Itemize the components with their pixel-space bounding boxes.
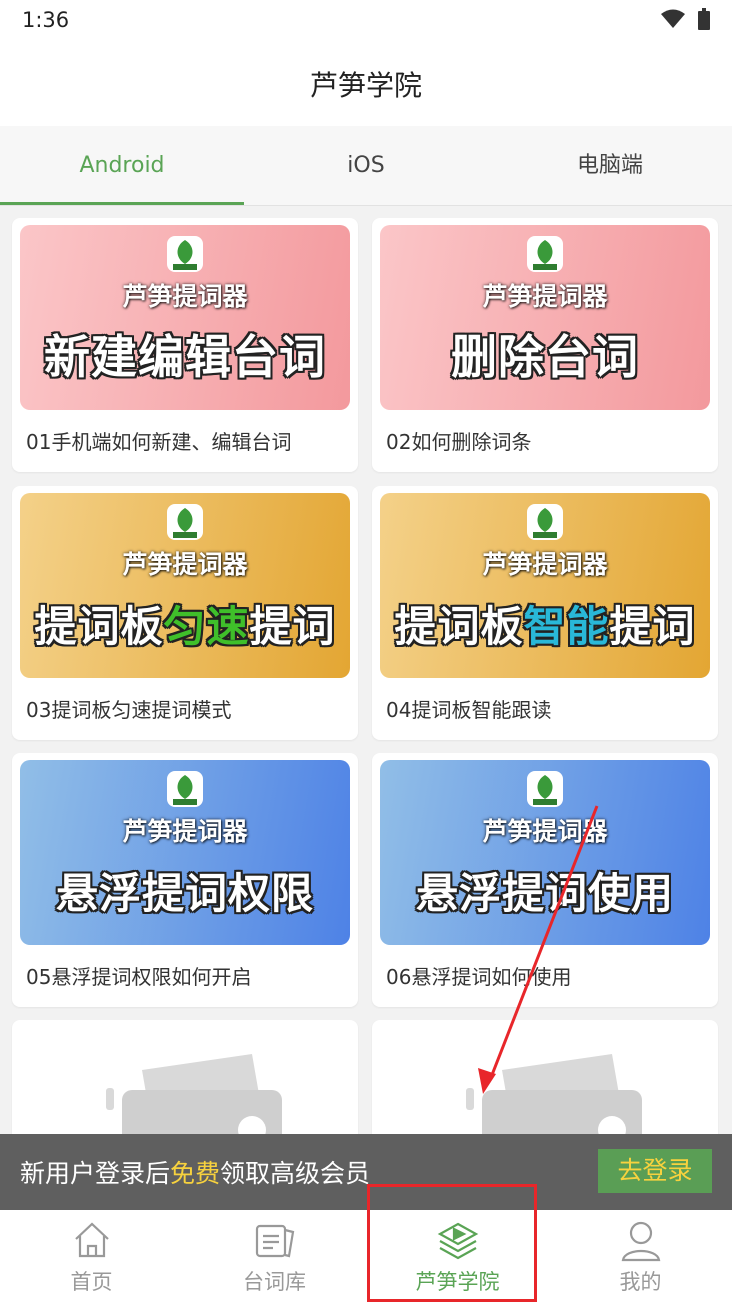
tab-bar: Android iOS 电脑端 <box>0 126 732 206</box>
course-thumbnail: 芦笋提词器 删除台词 <box>380 225 710 410</box>
thumbnail-title: 悬浮提词使用 <box>415 869 674 918</box>
bottom-nav: 首页 台词库 芦笋学院 我的 <box>0 1210 732 1304</box>
brand-label: 芦笋提词器 <box>482 282 608 311</box>
page-title: 芦笋学院 <box>309 69 422 102</box>
thumbnail-title: 新建编辑台词 <box>44 330 326 384</box>
course-caption: 04提词板智能跟读 <box>386 698 552 722</box>
title-part: 提词 <box>249 602 336 651</box>
tab-android[interactable]: Android <box>0 126 244 205</box>
course-caption: 05悬浮提词权限如何开启 <box>26 965 252 989</box>
course-thumbnail: 芦笋提词器 提词板智能提词 <box>380 493 710 678</box>
app-logo-icon <box>527 236 563 272</box>
login-button[interactable]: 去登录 <box>598 1149 712 1193</box>
title-part: 提词板 <box>34 602 164 651</box>
app-logo-icon <box>527 504 563 540</box>
tab-ios[interactable]: iOS <box>244 126 488 205</box>
nav-home[interactable]: 首页 <box>0 1210 183 1304</box>
screen: 1:36 芦笋学院 Android iOS 电脑端 芦笋提词器 新建编辑台词 0… <box>0 0 732 1304</box>
brand-label: 芦笋提词器 <box>122 550 248 579</box>
brand-label: 芦笋提词器 <box>122 817 248 846</box>
course-thumbnail: 芦笋提词器 悬浮提词使用 <box>380 760 710 945</box>
status-time: 1:36 <box>22 8 70 32</box>
thumbnail-title: 提词板匀速提词 <box>20 593 350 654</box>
nav-script-library[interactable]: 台词库 <box>183 1210 366 1304</box>
promo-highlight: 免费 <box>170 1159 221 1188</box>
wifi-icon <box>661 9 685 28</box>
status-bar: 1:36 <box>0 0 732 42</box>
promo-text: 新用户登录后免费领取高级会员 <box>20 1154 370 1190</box>
annotation-highlight-box <box>367 1184 537 1302</box>
brand-label: 芦笋提词器 <box>482 817 608 846</box>
tab-desktop[interactable]: 电脑端 <box>488 126 732 205</box>
title-bar: 芦笋学院 <box>0 42 732 126</box>
course-card[interactable]: 芦笋提词器 悬浮提词权限 05悬浮提词权限如何开启 <box>12 753 358 1007</box>
course-card[interactable]: 芦笋提词器 提词板匀速提词 03提词板匀速提词模式 <box>12 486 358 740</box>
profile-icon <box>621 1221 660 1262</box>
title-highlight: 智能 <box>523 602 610 651</box>
course-caption: 01手机端如何新建、编辑台词 <box>26 430 292 454</box>
course-thumbnail: 芦笋提词器 提词板匀速提词 <box>20 493 350 678</box>
app-logo-icon <box>167 236 203 272</box>
promo-text-before: 新用户登录后 <box>20 1159 171 1188</box>
course-card[interactable]: 芦笋提词器 删除台词 02如何删除词条 <box>372 218 718 472</box>
course-thumbnail: 芦笋提词器 新建编辑台词 <box>20 225 350 410</box>
home-icon <box>74 1222 109 1258</box>
thumbnail-title: 删除台词 <box>451 330 639 384</box>
promo-text-after: 领取高级会员 <box>220 1159 371 1188</box>
thumbnail-title: 悬浮提词权限 <box>55 869 314 918</box>
nav-label: 台词库 <box>243 1270 306 1294</box>
app-logo-icon <box>527 771 563 807</box>
thumbnail-title: 提词板智能提词 <box>380 593 710 654</box>
course-card[interactable]: 芦笋提词器 提词板智能提词 04提词板智能跟读 <box>372 486 718 740</box>
course-caption: 03提词板匀速提词模式 <box>26 698 232 722</box>
course-card[interactable]: 芦笋提词器 新建编辑台词 01手机端如何新建、编辑台词 <box>12 218 358 472</box>
title-part: 提词 <box>609 602 696 651</box>
title-part: 提词板 <box>394 602 524 651</box>
battery-icon <box>698 8 710 30</box>
course-caption: 06悬浮提词如何使用 <box>386 965 572 989</box>
brand-label: 芦笋提词器 <box>482 550 608 579</box>
nav-label: 我的 <box>619 1270 662 1294</box>
course-caption: 02如何删除词条 <box>386 430 532 454</box>
nav-label: 首页 <box>70 1270 113 1294</box>
course-card[interactable]: 芦笋提词器 悬浮提词使用 06悬浮提词如何使用 <box>372 753 718 1007</box>
course-thumbnail: 芦笋提词器 悬浮提词权限 <box>20 760 350 945</box>
app-logo-icon <box>167 771 203 807</box>
status-icons <box>660 8 710 30</box>
nav-profile[interactable]: 我的 <box>549 1210 732 1304</box>
title-highlight: 匀速 <box>163 602 250 651</box>
app-logo-icon <box>167 504 203 540</box>
login-promo-banner: 新用户登录后免费领取高级会员 去登录 <box>0 1134 732 1210</box>
brand-label: 芦笋提词器 <box>122 282 248 311</box>
script-library-icon <box>255 1224 294 1258</box>
